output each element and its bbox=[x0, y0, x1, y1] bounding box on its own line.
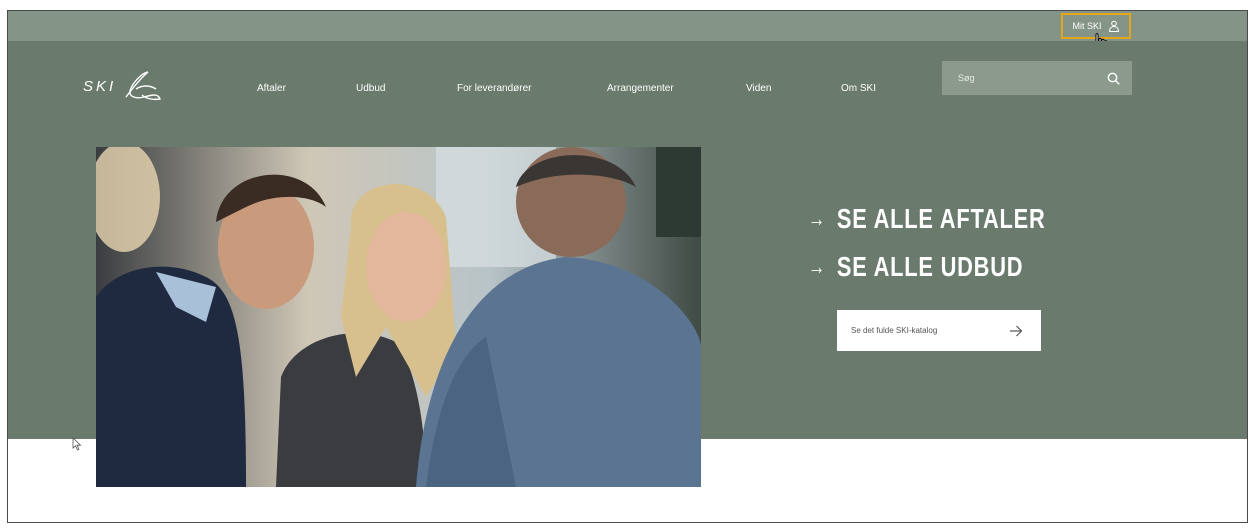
pointer-cursor-icon bbox=[72, 437, 82, 451]
mit-ski-label: Mit SKI bbox=[1072, 21, 1102, 31]
search-icon[interactable] bbox=[1107, 72, 1120, 85]
top-utility-bar: Mit SKI bbox=[8, 11, 1247, 53]
hero-photo-image bbox=[96, 147, 701, 487]
search-box bbox=[942, 61, 1132, 95]
nav-item-viden[interactable]: Viden bbox=[746, 83, 771, 94]
hero-photo bbox=[96, 147, 701, 487]
catalog-button-label: Se det fulde SKI-katalog bbox=[851, 326, 938, 335]
catalog-button[interactable]: Se det fulde SKI-katalog bbox=[837, 310, 1041, 351]
arrow-right-icon: → bbox=[808, 254, 826, 279]
nav-item-om-ski[interactable]: Om SKI bbox=[841, 83, 876, 94]
nav-item-arrangementer[interactable]: Arrangementer bbox=[607, 83, 674, 94]
search-input[interactable] bbox=[956, 72, 1090, 84]
arrow-right-icon bbox=[1010, 325, 1023, 336]
see-all-agreements-link[interactable]: → SE ALLE AFTALER bbox=[808, 195, 1046, 243]
see-all-tenders-label: SE ALLE UDBUD bbox=[836, 251, 1024, 282]
person-icon bbox=[1108, 20, 1119, 32]
see-all-tenders-link[interactable]: → SE ALLE UDBUD bbox=[808, 243, 1046, 291]
see-all-agreements-label: SE ALLE AFTALER bbox=[836, 203, 1046, 234]
nav-item-for-leverandorer[interactable]: For leverandører bbox=[457, 83, 531, 94]
nav-item-udbud[interactable]: Udbud bbox=[356, 83, 385, 94]
browser-viewport: Mit SKI SKI Aftaler Udbud For leverandør… bbox=[7, 10, 1248, 523]
nav-item-aftaler[interactable]: Aftaler bbox=[257, 83, 286, 94]
arrow-right-icon: → bbox=[808, 206, 826, 231]
hero-links: → SE ALLE AFTALER → SE ALLE UDBUD bbox=[808, 195, 1113, 291]
